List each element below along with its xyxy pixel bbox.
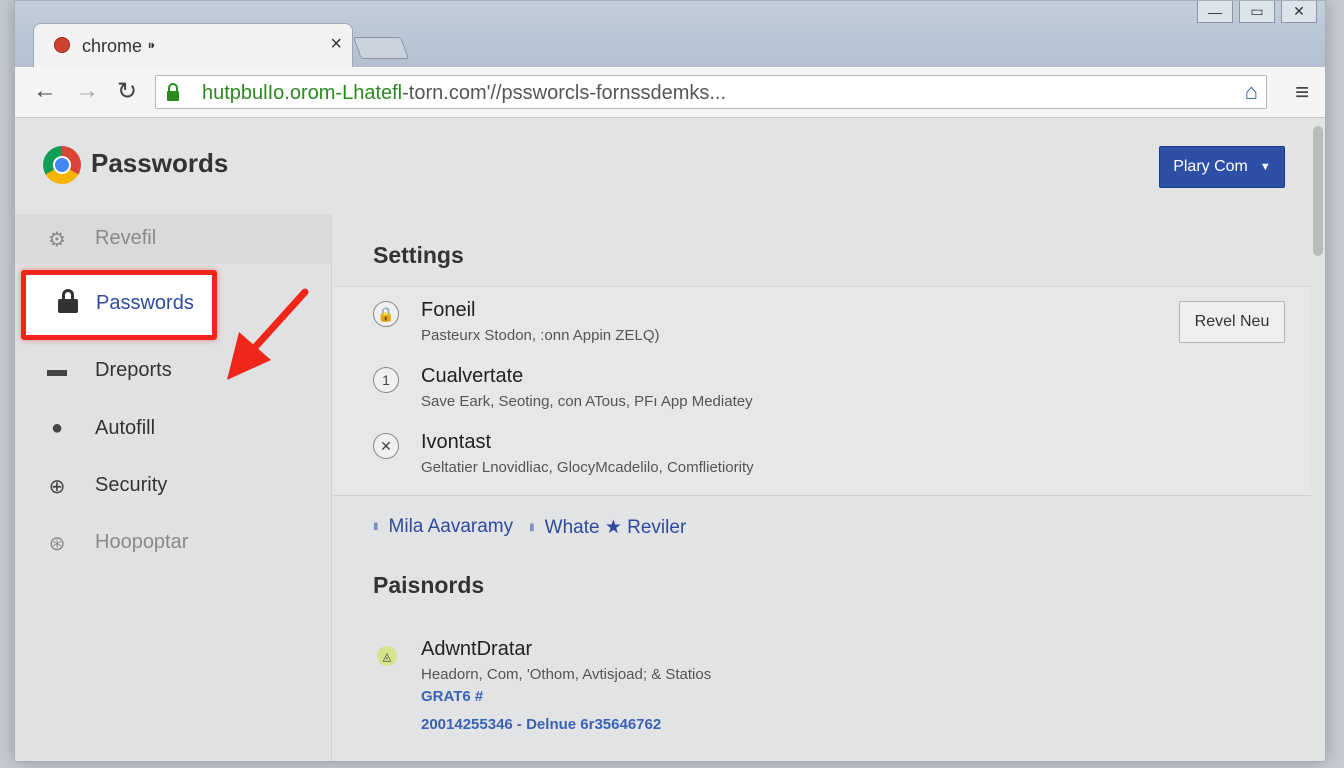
back-arrow-icon[interactable]: ← [33, 77, 57, 105]
link-mila-aavaramy[interactable]: Mila Aavaramy [373, 516, 514, 539]
menu-icon[interactable]: ≡ [1295, 79, 1309, 107]
tab-close-icon[interactable]: × [330, 33, 342, 56]
settings-row[interactable]: 1 Cualvertate Save Eark, Seoting, con AT… [333, 353, 1311, 419]
site-badge-icon: ◬ [377, 646, 397, 666]
settings-page: Passwords Plary Com ▼ ⚙ Revefil Password… [15, 118, 1325, 761]
url-text: hutpbulIo.orom-Lhatefl-torn.com'//psswor… [202, 82, 726, 105]
settings-row-description: Save Eark, Seoting, con ATous, PFı App M… [421, 393, 753, 410]
settings-row-title: Cualvertate [421, 365, 524, 387]
forward-arrow-icon[interactable]: → [75, 77, 99, 105]
secure-lock-icon [167, 83, 179, 101]
window-controls: — ▭ ✕ [1191, 1, 1317, 23]
passwords-heading: Paisnords [373, 572, 485, 598]
url-domain: hutpbulIo.orom-Lhatefl [202, 82, 403, 104]
sidebar-item-label: Hoopoptar [95, 531, 189, 553]
gear-icon: ⚙ [48, 229, 66, 251]
sidebar-item-autofill[interactable]: ● Autofill [15, 404, 331, 454]
restore-button[interactable]: ▭ [1239, 1, 1275, 23]
password-entry-number[interactable]: 20014255346 - Delnue 6r35646762 [421, 716, 661, 733]
profile-dropdown-label: Plary Com [1173, 158, 1248, 175]
main-content: Settings 🔒 Foneil Pasteurx Stodon, :onn … [333, 214, 1311, 761]
title-bar: chrome ⁍ × — ▭ ✕ [15, 1, 1325, 67]
browser-toolbar: ← → ↻ hutpbulIo.orom-Lhatefl-torn.com'//… [15, 67, 1325, 118]
browser-tab[interactable]: chrome ⁍ × [33, 23, 353, 67]
number-circle-icon: 1 [373, 367, 399, 393]
sidebar-item-revefil[interactable]: ⚙ Revefil [15, 214, 331, 264]
address-bar[interactable]: hutpbulIo.orom-Lhatefl-torn.com'//psswor… [155, 75, 1267, 109]
settings-row[interactable]: ✕ Ivontast Geltatier Lnovidliac, GlocyMc… [333, 419, 1311, 485]
scrollbar[interactable] [1311, 118, 1325, 761]
minimize-button[interactable]: — [1197, 1, 1233, 23]
password-entry-description: Headorn, Com, 'Othom, Avtisjoad; & Stati… [421, 666, 712, 683]
page-title: Passwords [91, 148, 229, 178]
settings-heading: Settings [373, 242, 464, 268]
plus-circle-icon: ⊕ [48, 476, 66, 498]
page-header: Passwords Plary Com ▼ [15, 118, 1325, 214]
sidebar-item-security[interactable]: ⊕ Security [15, 461, 331, 511]
reload-icon[interactable]: ↻ [117, 77, 137, 106]
browser-window: chrome ⁍ × — ▭ ✕ ← → ↻ hutpbulIo.orom-Lh… [14, 0, 1326, 762]
briefcase-icon: ▬ [47, 359, 67, 381]
settings-row-title: Ivontast [421, 431, 492, 453]
link-whate-reviler[interactable]: Whate ★ Reviler [529, 516, 687, 539]
sidebar-item-label: Revefil [95, 227, 157, 249]
red-arrow-annotation [227, 288, 309, 380]
settings-row-title: Foneil [421, 299, 476, 321]
sidebar-item-passwords[interactable]: Passwords [21, 270, 217, 340]
password-entry-tag[interactable]: GRAT6 # [421, 688, 483, 705]
reveal-button[interactable]: Revel Neu [1179, 301, 1285, 343]
url-path: -torn.com'//pssworcls-fornssdemks... [402, 82, 727, 104]
quick-links: Mila Aavaramy Whate ★ Reviler [373, 516, 702, 539]
password-entry[interactable]: ◬ AdwntDratar Headorn, Com, 'Othom, Avti… [333, 624, 1311, 744]
lock-icon: ● [50, 417, 64, 439]
site-info-icon[interactable]: ⌂ [1245, 79, 1258, 105]
tab-title: chrome ⁍ [82, 36, 157, 56]
sidebar-item-label: Autofill [95, 417, 156, 439]
chrome-logo-icon [43, 146, 81, 184]
globe-icon: ⊛ [48, 533, 66, 555]
scrollbar-thumb[interactable] [1313, 126, 1323, 256]
sidebar-item-label: Security [95, 474, 168, 496]
settings-row-description: Geltatier Lnovidliac, GlocyMcadelilo, Co… [421, 459, 754, 476]
password-entry-title: AdwntDratar [421, 638, 533, 660]
tools-circle-icon: ✕ [373, 433, 399, 459]
tab-favicon-icon [54, 37, 70, 53]
lock-circle-icon: 🔒 [373, 301, 399, 327]
new-tab-button[interactable] [352, 37, 410, 59]
lock-icon [46, 289, 78, 313]
settings-row-description: Pasteurx Stodon, :onn Appin ZELQ) [421, 327, 660, 344]
sidebar-item-hoopoptar[interactable]: ⊛ Hoopoptar [15, 518, 331, 568]
chevron-down-icon: ▼ [1259, 161, 1271, 173]
settings-panel: 🔒 Foneil Pasteurx Stodon, :onn Appin ZEL… [333, 286, 1311, 496]
close-window-button[interactable]: ✕ [1281, 1, 1317, 23]
sidebar-item-label: Passwords [96, 292, 194, 314]
sidebar-item-label: Dreports [95, 359, 172, 381]
settings-row[interactable]: 🔒 Foneil Pasteurx Stodon, :onn Appin ZEL… [333, 287, 1311, 353]
profile-dropdown-button[interactable]: Plary Com ▼ [1159, 146, 1285, 188]
